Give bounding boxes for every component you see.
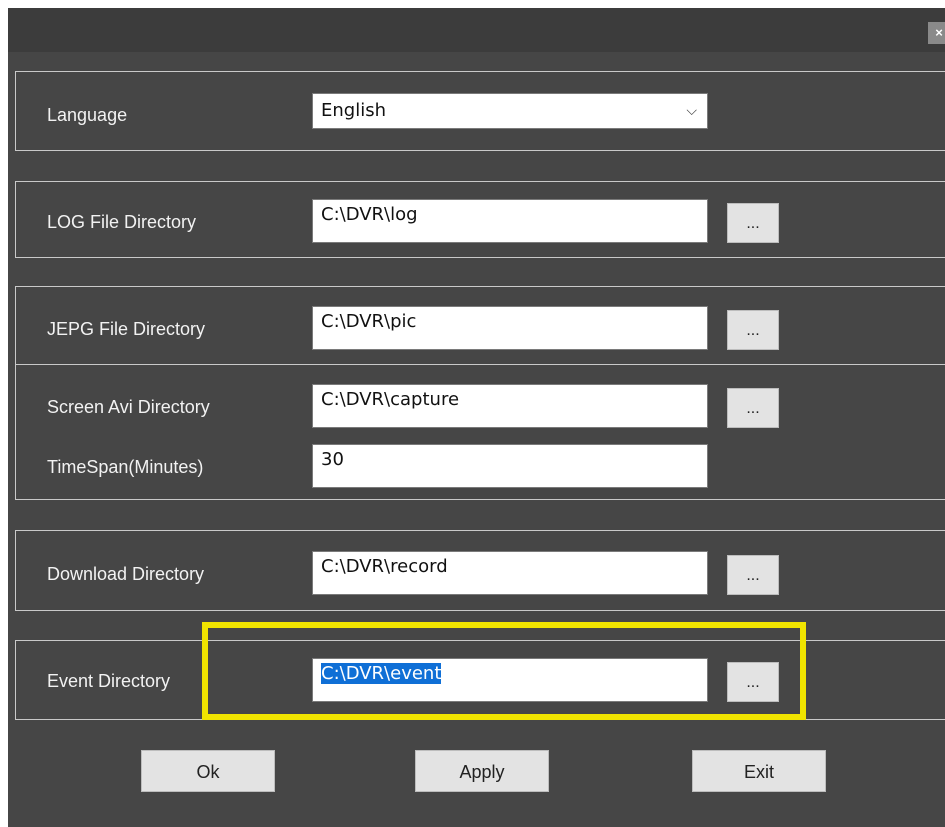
download-dir-label: Download Directory	[47, 564, 205, 584]
ok-button[interactable]: Ok	[141, 750, 275, 792]
chevron-down-icon: ⌵	[686, 103, 697, 119]
title-bar: ×	[8, 8, 945, 52]
language-label: Language	[47, 105, 128, 125]
avi-dir-browse-button[interactable]: ...	[727, 388, 779, 428]
language-value: English	[321, 100, 386, 121]
apply-button[interactable]: Apply	[415, 750, 549, 792]
jpeg-dir-field[interactable]: C:\DVR\pic	[312, 306, 708, 350]
yellow-highlight-box	[202, 622, 806, 720]
close-button[interactable]: ×	[928, 22, 945, 44]
log-dir-label: LOG File Directory	[47, 212, 197, 232]
avi-dir-field[interactable]: C:\DVR\capture	[312, 384, 708, 428]
log-dir-field[interactable]: C:\DVR\log	[312, 199, 708, 243]
download-dir-browse-button[interactable]: ...	[727, 555, 779, 595]
close-icon: ×	[935, 25, 943, 40]
jpeg-dir-browse-button[interactable]: ...	[727, 310, 779, 350]
timespan-field[interactable]: 30	[312, 444, 708, 488]
language-select[interactable]: English ⌵	[312, 93, 708, 129]
timespan-label: TimeSpan(Minutes)	[47, 457, 204, 477]
media-group-divider	[15, 364, 945, 365]
exit-button[interactable]: Exit	[692, 750, 826, 792]
jpeg-dir-label: JEPG File Directory	[47, 319, 206, 339]
avi-dir-label: Screen Avi Directory	[47, 397, 210, 417]
event-dir-label: Event Directory	[47, 671, 171, 691]
log-dir-browse-button[interactable]: ...	[727, 203, 779, 243]
download-dir-field[interactable]: C:\DVR\record	[312, 551, 708, 595]
